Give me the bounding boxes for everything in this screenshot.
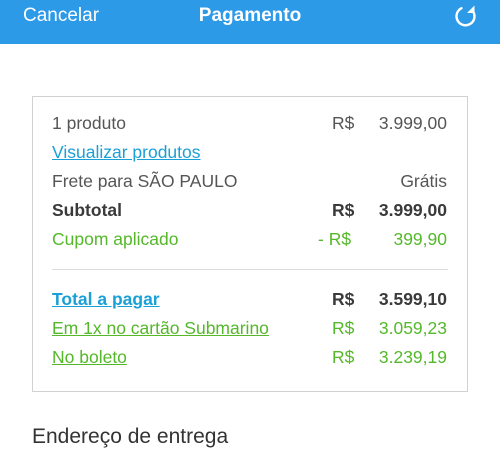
top-navigation-bar: Cancelar Pagamento	[0, 0, 500, 44]
total-label[interactable]: Total a pagar	[52, 289, 160, 309]
product-count-label: 1 produto	[52, 113, 126, 133]
view-products-link[interactable]: Visualizar produtos	[52, 142, 201, 162]
payment-summary-card: 1 produto R$ 3.999,00 Visualizar produto…	[32, 96, 468, 392]
boleto-label[interactable]: No boleto	[52, 347, 127, 367]
shipping-row: Frete para SÃO PAULO Grátis	[33, 169, 467, 193]
coupon-label: Cupom aplicado	[52, 229, 179, 249]
boleto-currency: R$	[332, 347, 355, 367]
coupon-amount: 399,90	[393, 229, 447, 249]
subtotal-amount: 3.999,00	[378, 200, 447, 220]
installment-amount: 3.059,23	[378, 318, 447, 338]
installment-currency: R$	[332, 318, 355, 338]
total-amount: 3.599,10	[378, 289, 447, 309]
boleto-amount: 3.239,19	[378, 347, 447, 367]
summary-divider	[52, 269, 448, 270]
total-row: Total a pagar R$ 3.599,10	[33, 287, 467, 311]
subtotal-label: Subtotal	[52, 200, 122, 220]
subtotal-row: Subtotal R$ 3.999,00	[33, 198, 467, 222]
subtotal-currency: R$	[332, 200, 355, 220]
coupon-currency: - R$	[318, 229, 352, 249]
delivery-address-heading: Endereço de entrega	[32, 425, 229, 448]
installment-label[interactable]: Em 1x no cartão Submarino	[52, 318, 269, 338]
total-currency: R$	[332, 289, 355, 309]
product-amount: 3.999,00	[378, 113, 447, 133]
page-title: Pagamento	[198, 5, 302, 26]
installment-row: Em 1x no cartão Submarino R$ 3.059,23	[33, 316, 467, 340]
boleto-row: No boleto R$ 3.239,19	[33, 345, 467, 369]
shipping-label: Frete para SÃO PAULO	[52, 171, 238, 191]
refresh-icon[interactable]	[452, 2, 480, 30]
product-currency: R$	[332, 113, 355, 133]
coupon-row: Cupom aplicado - R$ 399,90	[33, 227, 467, 251]
shipping-amount: Grátis	[400, 171, 447, 191]
product-row: 1 produto R$ 3.999,00	[33, 111, 467, 135]
view-products-row: Visualizar produtos	[33, 140, 467, 164]
